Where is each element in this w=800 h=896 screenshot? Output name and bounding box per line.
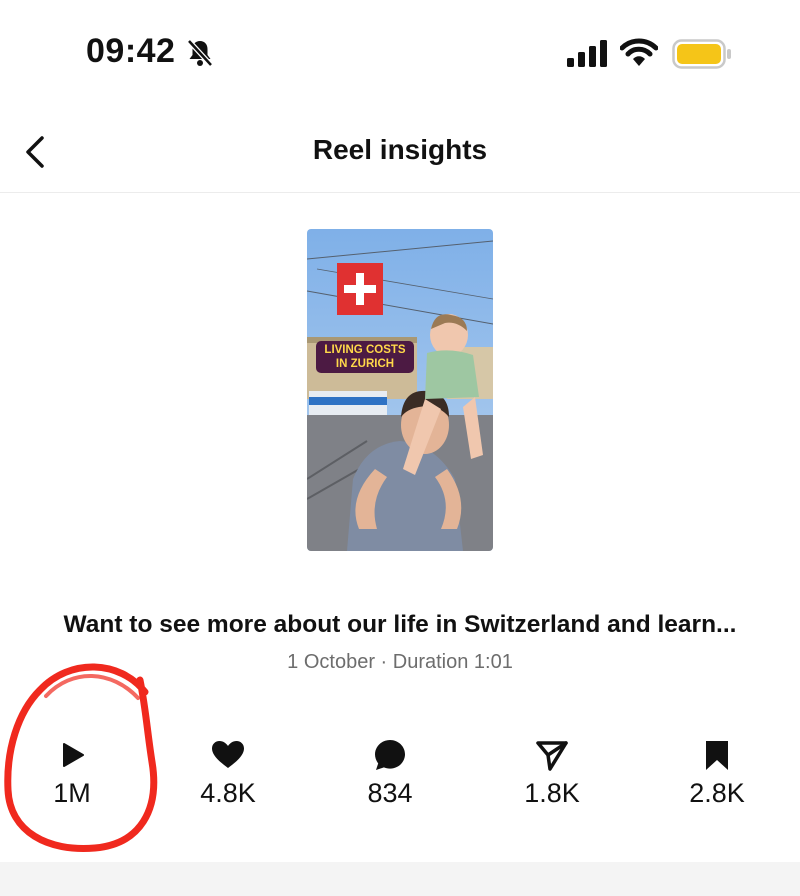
overlay-line-2: IN ZURICH [335, 358, 395, 370]
comment-icon [375, 740, 405, 770]
bell-slash-icon [187, 39, 213, 67]
stat-comments: 834 [325, 738, 455, 809]
status-bar: 09:42 [0, 0, 800, 100]
stat-likes-value: 4.8K [200, 778, 256, 808]
reel-caption: Want to see more about our life in Switz… [63, 611, 737, 638]
play-icon [63, 743, 84, 767]
status-time: 09:42 [86, 32, 176, 70]
stat-likes: 4.8K [163, 738, 293, 809]
stat-saves: 2.8K [652, 738, 782, 809]
page-title: Reel insights [312, 134, 488, 165]
stat-plays: 1M [7, 738, 137, 809]
overlay-line-1: LIVING COSTS [324, 344, 406, 356]
stat-shares: 1.8K [487, 738, 617, 809]
wifi-icon [620, 38, 658, 66]
stat-comments-value: 834 [367, 778, 413, 808]
bookmark-icon [706, 741, 728, 770]
stat-saves-value: 2.8K [689, 778, 745, 808]
cellular-signal-icon [567, 40, 607, 67]
reel-overlay-text: LIVING COSTS IN ZURICH [316, 341, 414, 373]
bottom-divider [0, 862, 800, 896]
reel-thumbnail[interactable]: LIVING COSTS IN ZURICH [307, 229, 493, 551]
battery-icon [672, 39, 731, 69]
stat-shares-value: 1.8K [524, 778, 580, 808]
nav-bar: Reel insights [0, 110, 800, 193]
stat-plays-value: 1M [53, 778, 91, 808]
heart-icon [212, 741, 244, 768]
share-icon [536, 741, 568, 771]
reel-meta: 1 October · Duration 1:01 [287, 651, 513, 673]
